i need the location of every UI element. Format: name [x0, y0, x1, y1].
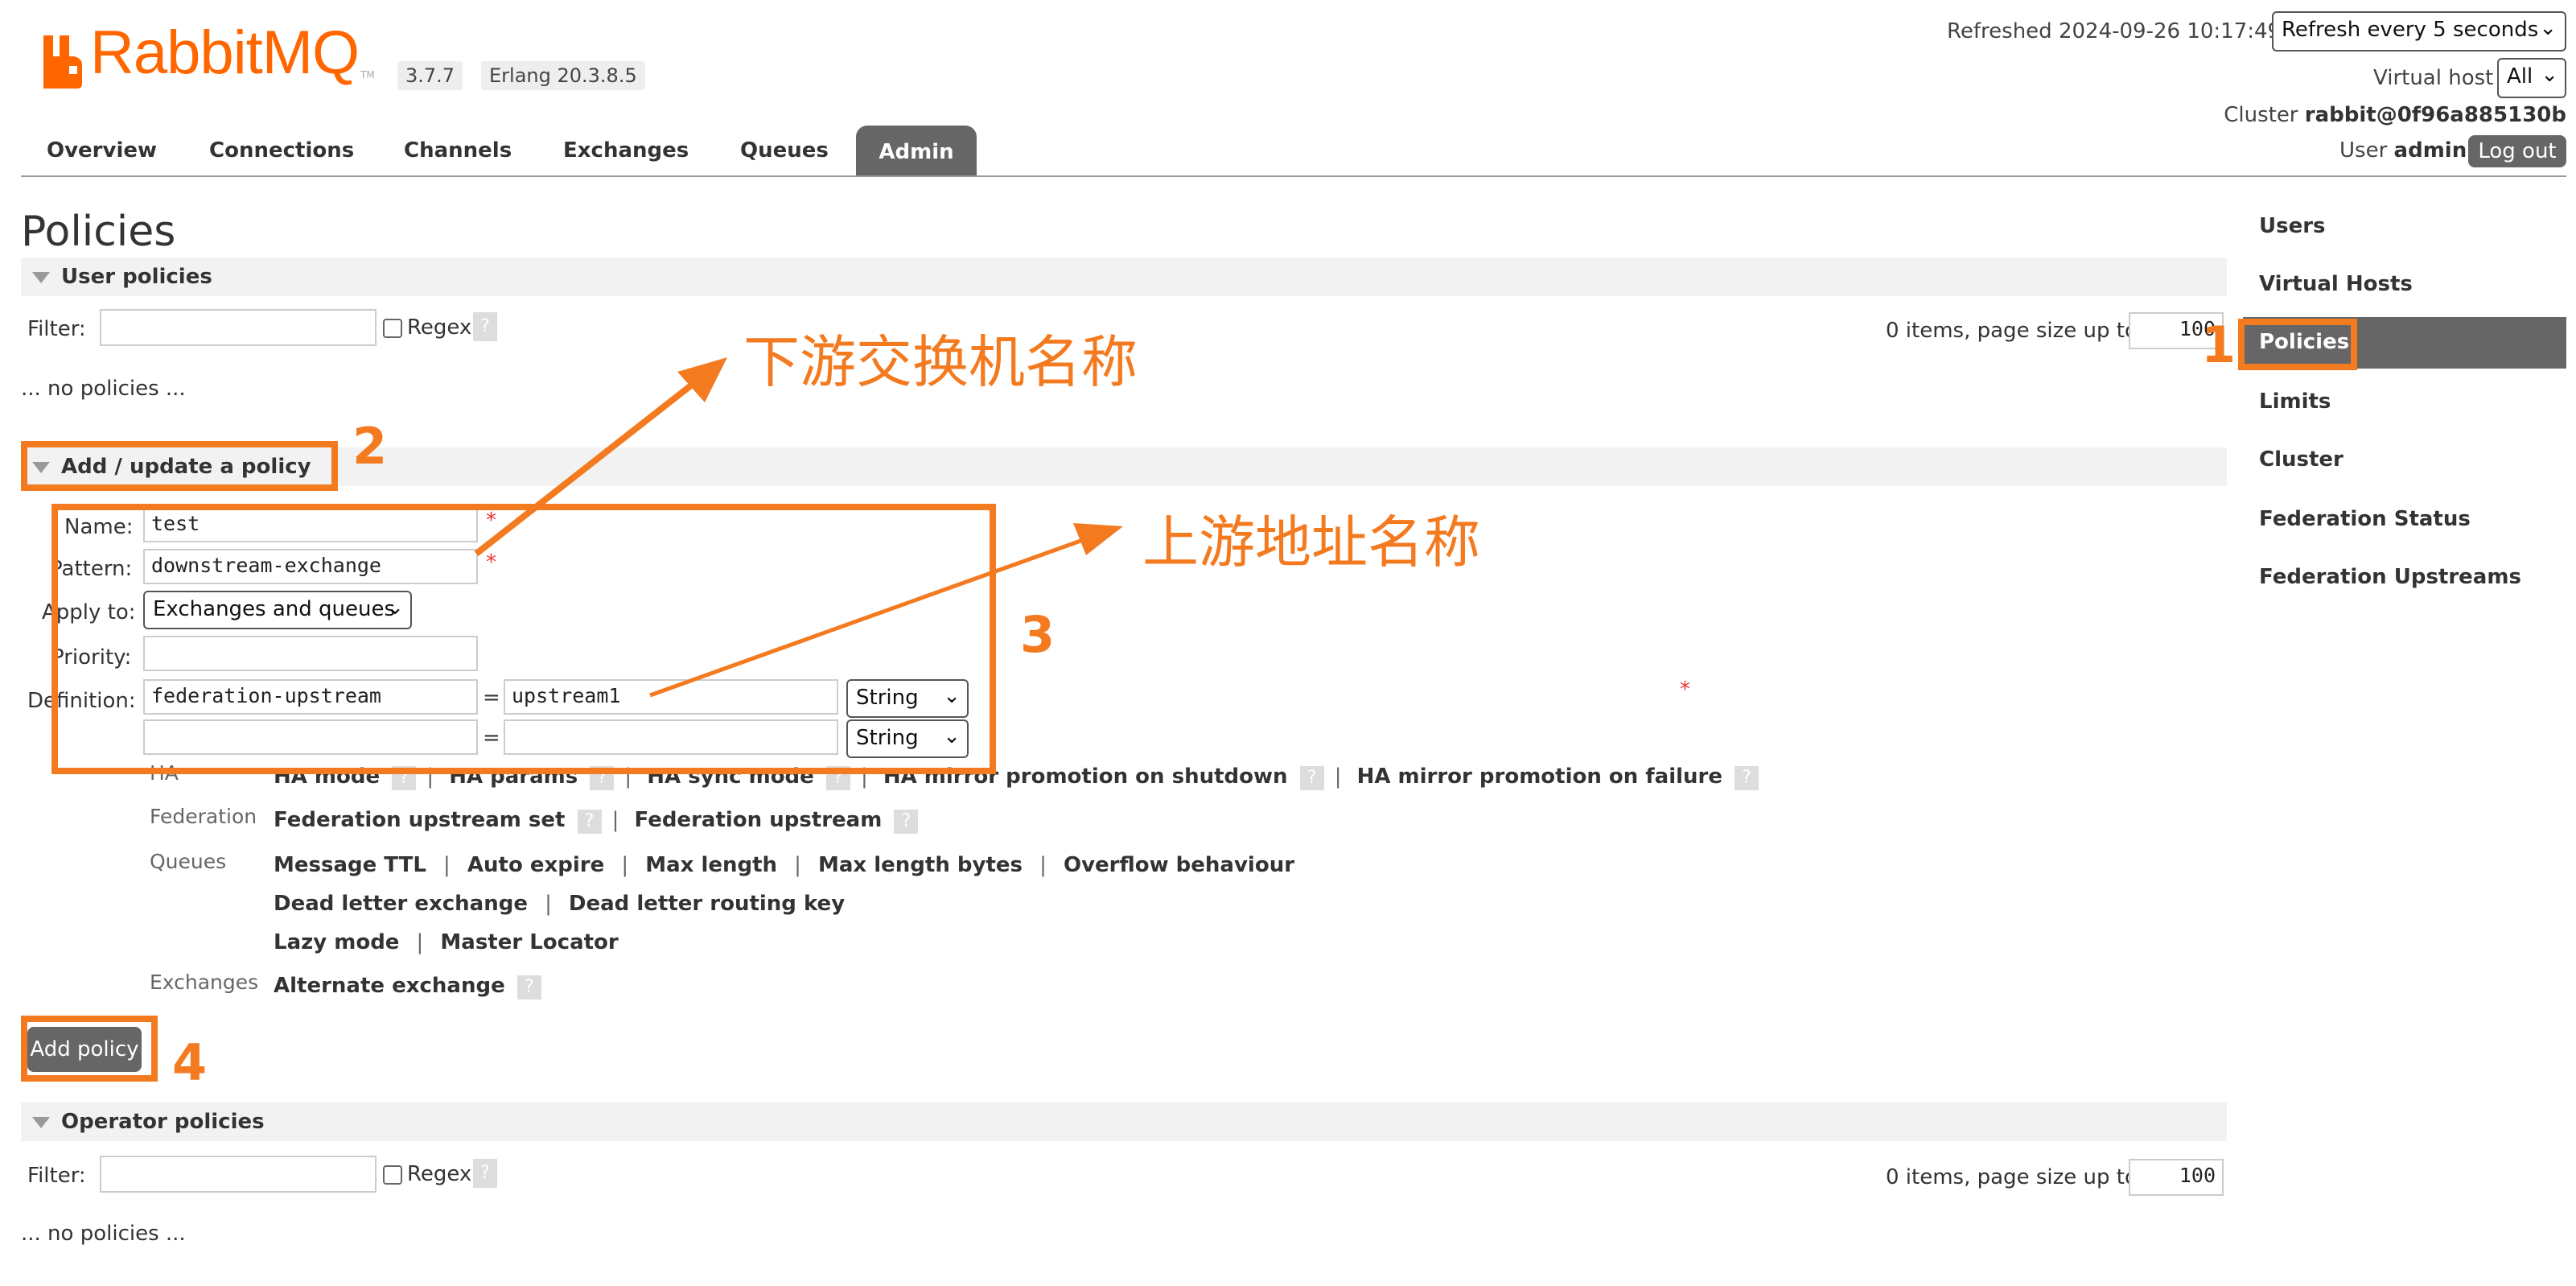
annotation-arrows	[474, 357, 1123, 698]
arrow-to-downstream-note	[474, 370, 709, 557]
arrowhead-icon	[1073, 523, 1123, 555]
arrow-to-upstream-note	[649, 534, 1095, 698]
arrowhead-icon	[677, 357, 727, 402]
